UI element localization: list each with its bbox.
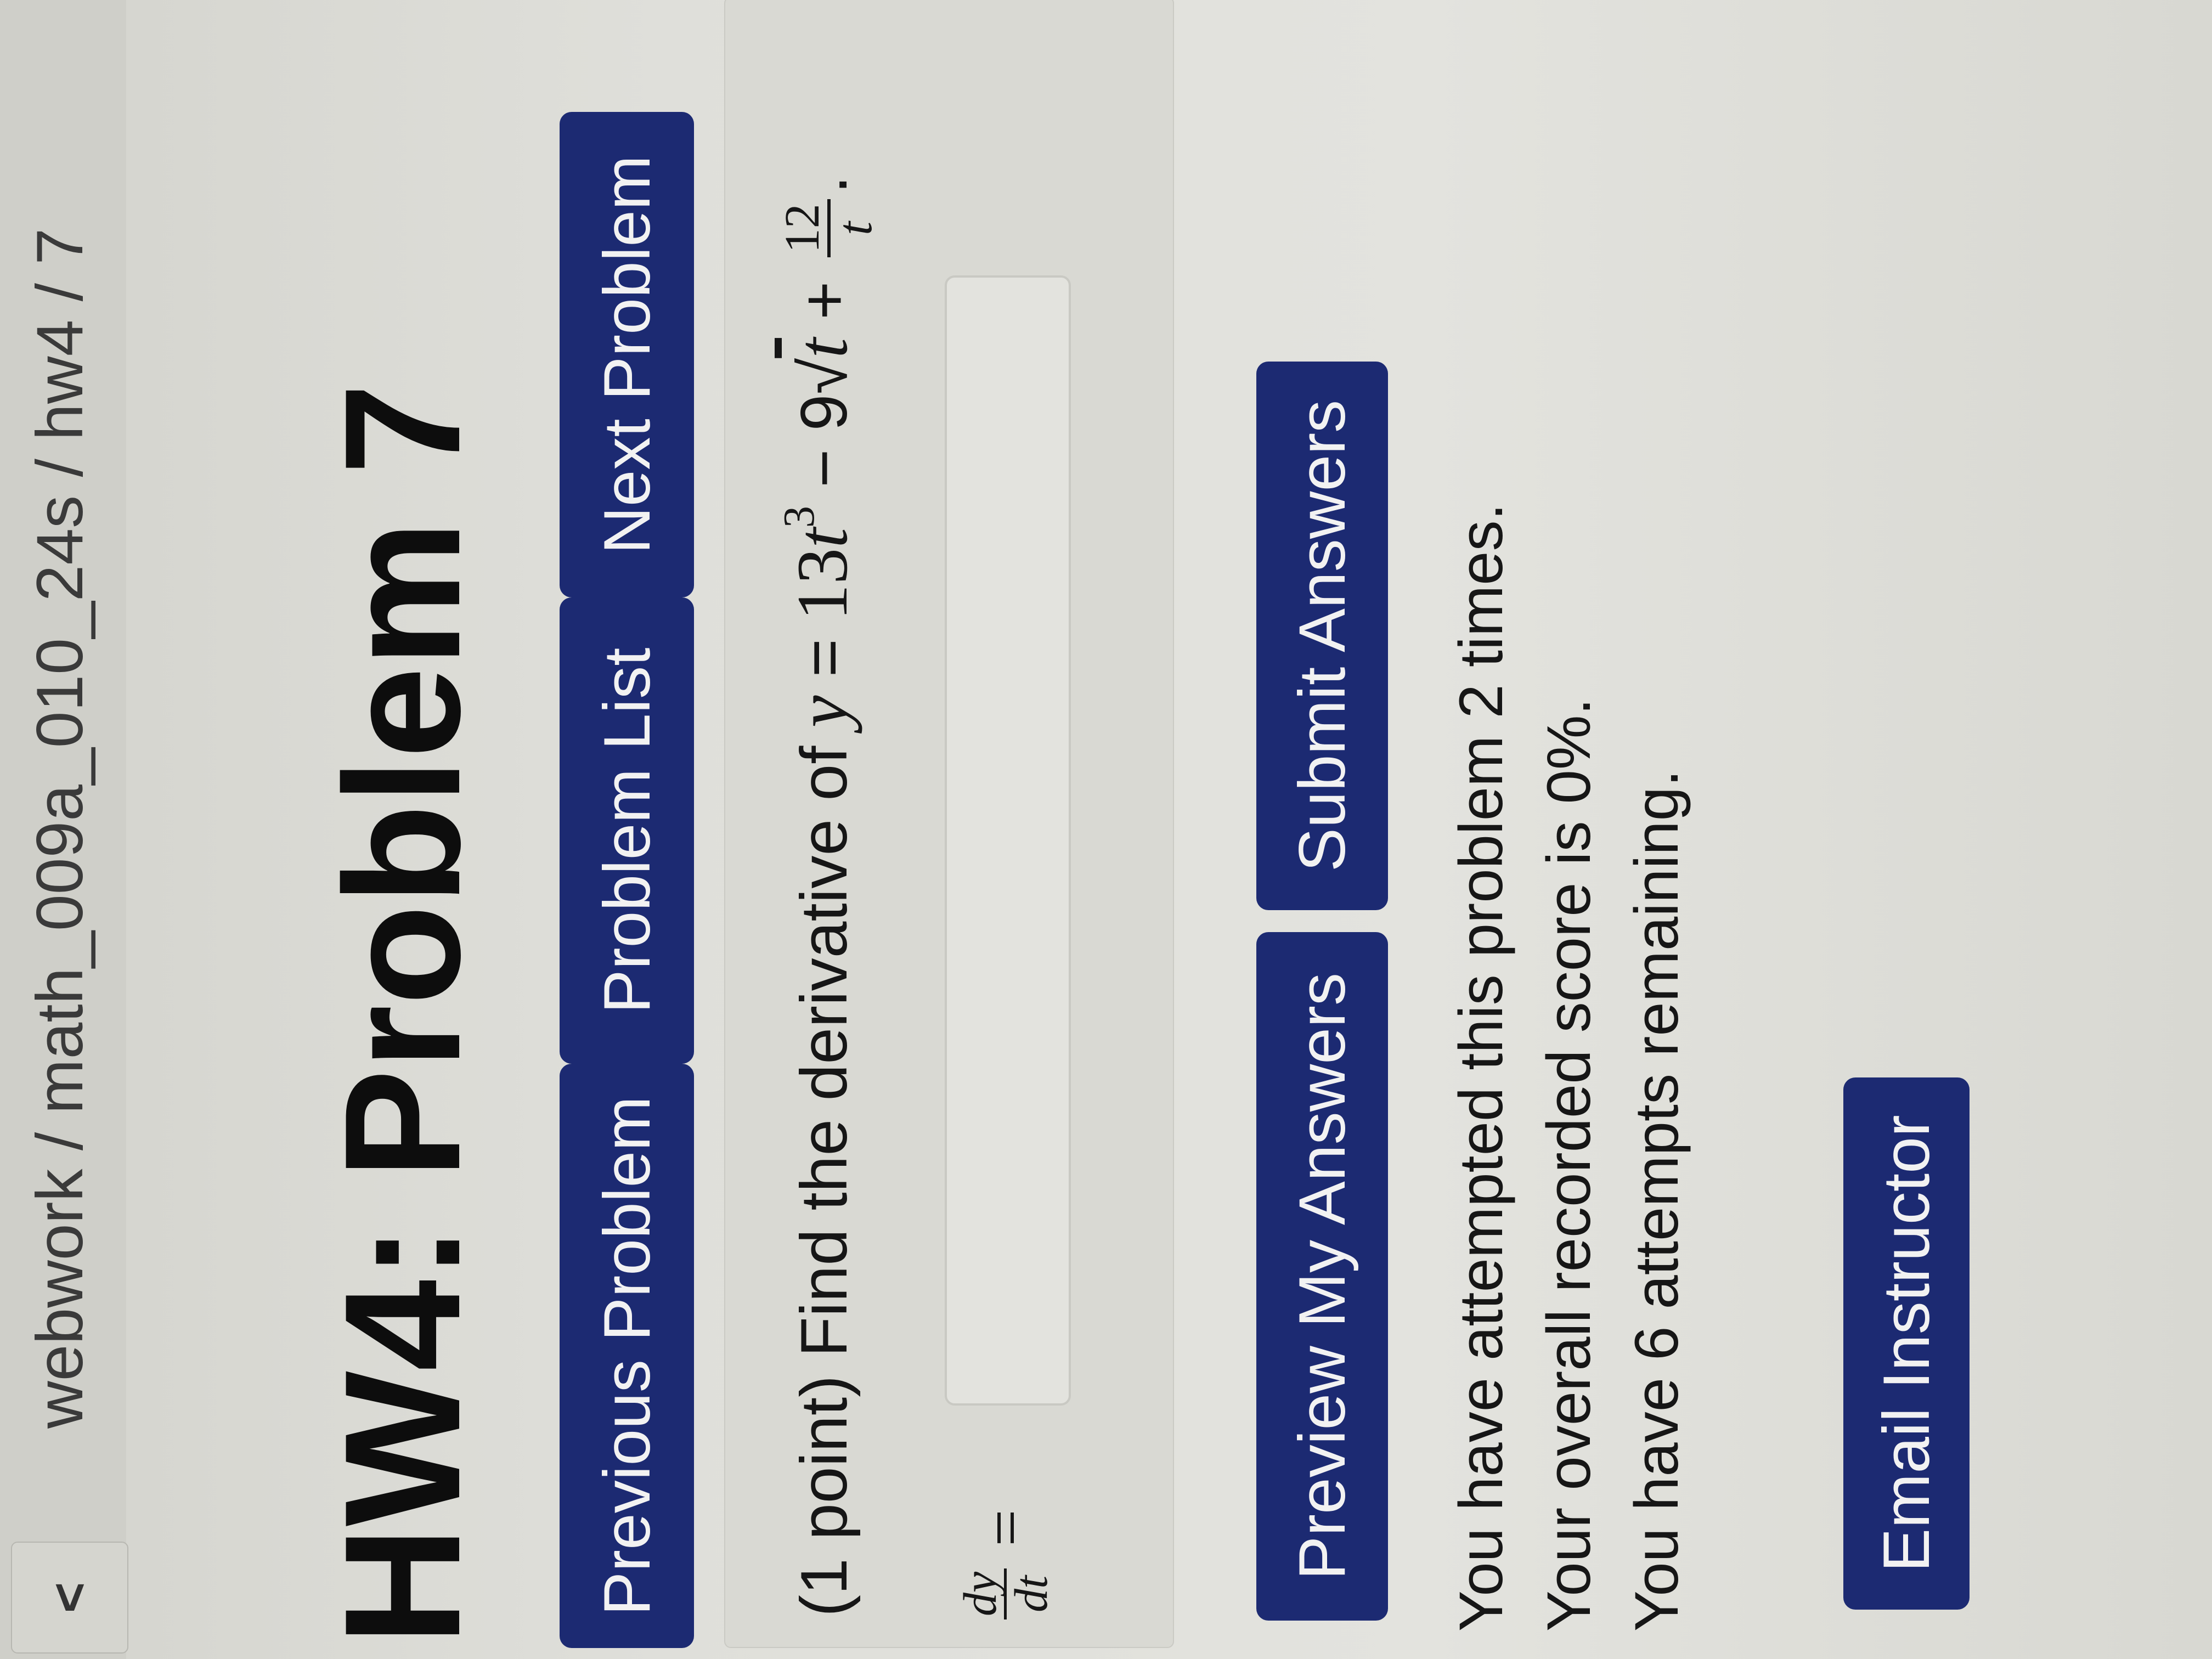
back-button[interactable]: < — [11, 1542, 128, 1654]
answer-label: dy dt = — [953, 1509, 1057, 1620]
breadcrumb: webwork / math_009a_010_24s / hw4 / 7 — [23, 228, 97, 1429]
submit-answers-button[interactable]: Submit Answers — [1256, 362, 1388, 910]
email-instructor-button[interactable]: Email Instructor — [1843, 1077, 1970, 1610]
math-period: . — [787, 175, 861, 194]
math-equals: = — [787, 620, 861, 696]
answer-input[interactable] — [945, 275, 1071, 1406]
derivative-denominator: dt — [1005, 1575, 1057, 1612]
math-coef: 13 — [782, 548, 862, 620]
derivative-fraction: dy dt — [953, 1568, 1057, 1620]
problem-points: (1 point) — [787, 1375, 861, 1617]
problem-prompt: Find the derivative of — [787, 746, 861, 1357]
math-plus: + — [787, 263, 861, 338]
problem-panel: (1 point) Find the derivative of y = 13t… — [724, 0, 1174, 1648]
next-problem-button[interactable]: Next Problem — [560, 112, 694, 597]
webwork-page: < webwork / math_009a_010_24s / hw4 / 7 … — [0, 0, 2212, 1659]
fraction-denominator: t — [828, 221, 883, 235]
math-minus: − 9 — [787, 394, 861, 506]
page-title: HW4: Problem 7 — [310, 383, 494, 1645]
attempt-status: You have attempted this problem 2 times.… — [1437, 503, 1701, 1632]
math-exponent: 3 — [775, 506, 823, 528]
answer-equals: = — [968, 1509, 1042, 1547]
math-y: y — [782, 695, 862, 728]
math-fraction: 12 t — [775, 199, 883, 258]
remaining-text: You have 6 attempts remaining. — [1622, 769, 1691, 1632]
preview-answers-button[interactable]: Preview My Answers — [1256, 932, 1388, 1621]
fraction-numerator: 12 — [775, 199, 831, 258]
problem-list-button[interactable]: Problem List — [560, 597, 694, 1064]
previous-problem-button[interactable]: Previous Problem — [560, 1064, 694, 1648]
score-text: Your overall recorded score is 0%. — [1534, 698, 1603, 1632]
math-t-sqrt: t — [782, 338, 862, 358]
top-bar: < webwork / math_009a_010_24s / hw4 / 7 — [0, 0, 128, 1659]
derivative-numerator: dy — [953, 1568, 1007, 1620]
problem-statement: (1 point) Find the derivative of y = 13t… — [775, 175, 883, 1617]
chevron-left-icon: < — [40, 1582, 99, 1613]
sqrt-icon: √ — [787, 358, 861, 394]
attempts-text: You have attempted this problem 2 times. — [1447, 503, 1515, 1632]
math-t: t — [782, 528, 862, 548]
